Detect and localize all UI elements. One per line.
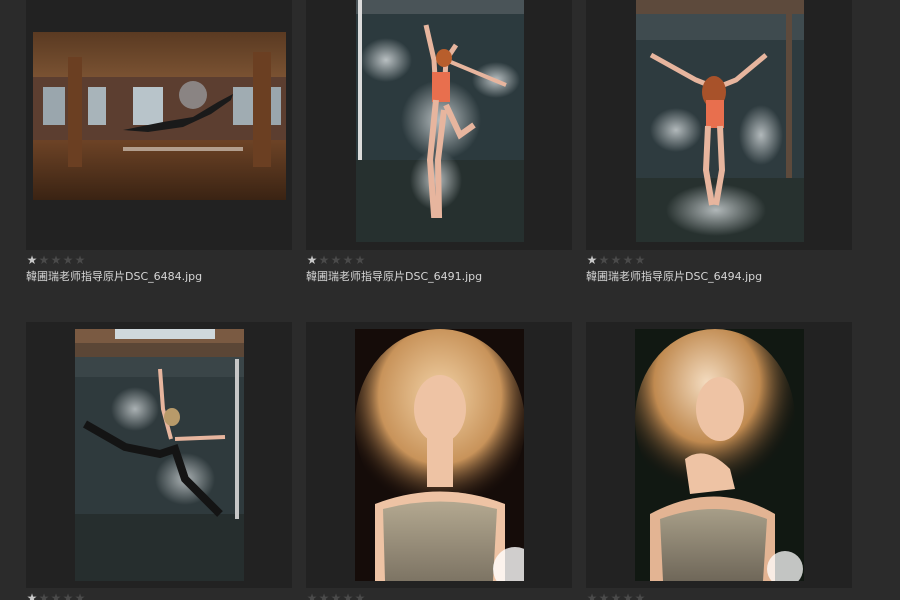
thumbnail-card[interactable]: ★★★★★ 韓圃瑞老师指导原片DSC_6491.jpg <box>306 0 572 283</box>
star-icon[interactable]: ★ <box>330 592 342 600</box>
star-icon[interactable]: ★ <box>62 254 74 266</box>
thumbnail-frame[interactable] <box>306 0 572 250</box>
thumbnail-card[interactable]: ★★★★★ 韓圃瑞老师指导原片DSC_6484.jpg <box>26 0 292 283</box>
star-icon[interactable]: ★ <box>26 254 38 266</box>
star-icon[interactable]: ★ <box>342 254 354 266</box>
star-icon[interactable]: ★ <box>586 592 598 600</box>
star-icon[interactable]: ★ <box>622 254 634 266</box>
thumbnail-card[interactable]: ★★★★★ 韓圃瑞老师指导原片DSC_6494.jpg <box>586 0 852 283</box>
star-rating[interactable]: ★★★★★ <box>26 592 86 600</box>
thumbnail-card[interactable]: ★★★★★ <box>586 322 852 600</box>
thumbnail-grid: ★★★★★ 韓圃瑞老师指导原片DSC_6484.jpg ★★★★★ 韓圃瑞老师指… <box>0 0 900 600</box>
thumbnail-image[interactable] <box>635 329 804 581</box>
star-icon[interactable]: ★ <box>634 254 646 266</box>
thumbnail-filename: 韓圃瑞老师指导原片DSC_6484.jpg <box>26 270 203 283</box>
thumbnail-frame[interactable] <box>586 322 852 588</box>
thumbnail-image[interactable] <box>75 329 244 581</box>
star-icon[interactable]: ★ <box>318 254 330 266</box>
star-icon[interactable]: ★ <box>306 592 318 600</box>
star-icon[interactable]: ★ <box>306 254 318 266</box>
star-icon[interactable]: ★ <box>586 254 598 266</box>
star-icon[interactable]: ★ <box>50 592 62 600</box>
thumbnail-frame[interactable] <box>306 322 572 588</box>
star-icon[interactable]: ★ <box>598 254 610 266</box>
star-icon[interactable]: ★ <box>62 592 74 600</box>
star-icon[interactable]: ★ <box>354 254 366 266</box>
star-icon[interactable]: ★ <box>610 592 622 600</box>
star-icon[interactable]: ★ <box>622 592 634 600</box>
thumbnail-image[interactable] <box>356 0 524 242</box>
star-icon[interactable]: ★ <box>354 592 366 600</box>
star-rating[interactable]: ★★★★★ <box>586 254 646 266</box>
thumbnail-card[interactable]: ★★★★★ <box>26 322 292 600</box>
star-rating[interactable]: ★★★★★ <box>306 592 366 600</box>
thumbnail-image[interactable] <box>33 32 286 200</box>
thumbnail-filename: 韓圃瑞老师指导原片DSC_6491.jpg <box>306 270 483 283</box>
thumbnail-frame[interactable] <box>586 0 852 250</box>
thumbnail-image[interactable] <box>636 0 804 242</box>
star-rating[interactable]: ★★★★★ <box>306 254 366 266</box>
star-icon[interactable]: ★ <box>38 592 50 600</box>
star-icon[interactable]: ★ <box>598 592 610 600</box>
star-rating[interactable]: ★★★★★ <box>26 254 86 266</box>
thumbnail-image[interactable] <box>355 329 524 581</box>
star-icon[interactable]: ★ <box>26 592 38 600</box>
thumbnail-card[interactable]: ★★★★★ <box>306 322 572 600</box>
star-icon[interactable]: ★ <box>318 592 330 600</box>
star-icon[interactable]: ★ <box>610 254 622 266</box>
star-icon[interactable]: ★ <box>330 254 342 266</box>
star-icon[interactable]: ★ <box>342 592 354 600</box>
star-icon[interactable]: ★ <box>634 592 646 600</box>
star-icon[interactable]: ★ <box>38 254 50 266</box>
thumbnail-frame[interactable] <box>26 0 292 250</box>
star-icon[interactable]: ★ <box>74 592 86 600</box>
star-icon[interactable]: ★ <box>74 254 86 266</box>
thumbnail-filename: 韓圃瑞老师指导原片DSC_6494.jpg <box>586 270 763 283</box>
thumbnail-frame[interactable] <box>26 322 292 588</box>
star-icon[interactable]: ★ <box>50 254 62 266</box>
star-rating[interactable]: ★★★★★ <box>586 592 646 600</box>
